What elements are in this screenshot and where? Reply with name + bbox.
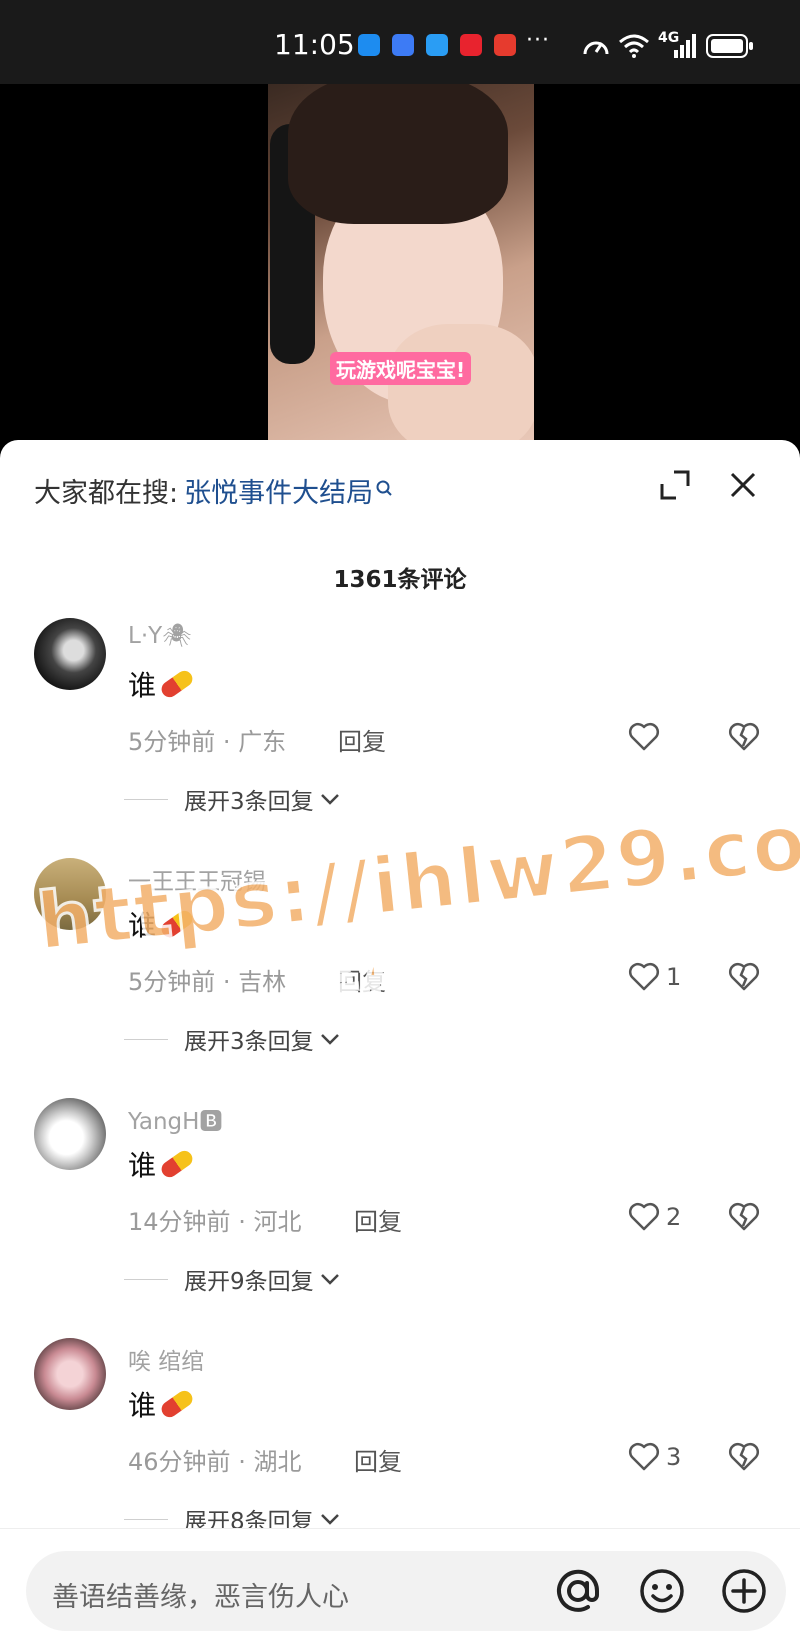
trending-search-term[interactable]: 张悦事件大结局	[184, 471, 373, 510]
pill-emoji-icon	[158, 1387, 196, 1421]
expand-replies-button[interactable]: 展开3条回复	[124, 1022, 340, 1056]
like-button[interactable]: 3	[628, 1442, 681, 1472]
comment-meta: 5分钟前 · 广东	[128, 728, 287, 756]
comment-time: 14分钟前	[128, 1208, 231, 1236]
like-count: 1	[666, 963, 682, 991]
comment-meta: 5分钟前 · 吉林	[128, 968, 287, 996]
at-mention-icon[interactable]	[552, 1565, 604, 1617]
comment-text: 谁	[128, 1384, 196, 1424]
divider	[124, 798, 168, 800]
pill-emoji-icon	[158, 907, 196, 941]
reply-button[interactable]: 回复	[338, 722, 386, 757]
signal-bars-icon	[674, 34, 696, 58]
divider	[124, 1518, 168, 1520]
video-frame[interactable]: 玩游戏呢宝宝!	[268, 84, 534, 444]
chevron-down-icon	[320, 1514, 339, 1525]
comment-text: 谁	[128, 1144, 196, 1184]
divider	[124, 1038, 168, 1040]
wifi-icon	[619, 34, 649, 58]
like-button[interactable]: 1	[628, 962, 681, 992]
comment-text-label: 谁	[128, 1149, 157, 1182]
reply-button[interactable]: 回复	[354, 1202, 402, 1237]
speed-icon	[583, 41, 609, 55]
search-icon[interactable]	[375, 479, 393, 501]
comment-text: 谁	[128, 904, 196, 944]
cast-icon	[392, 34, 414, 56]
emoji-icon[interactable]	[636, 1565, 688, 1617]
comment-sheet: 大家都在搜: 张悦事件大结局 1361条评论 L·Y🕷 谁 5分钟前 · 广东 …	[0, 440, 800, 1648]
battery-icon	[706, 34, 753, 58]
browser-icon	[426, 34, 448, 56]
trending-search[interactable]: 大家都在搜: 张悦事件大结局	[34, 470, 393, 510]
broken-heart-icon[interactable]	[728, 722, 760, 752]
comment-input-placeholder: 善语结善缘，恶言伤人心	[52, 1582, 349, 1613]
avatar[interactable]	[34, 1098, 106, 1170]
like-count: 3	[666, 1443, 682, 1471]
gift-icon	[494, 34, 516, 56]
avatar[interactable]	[34, 618, 106, 690]
more-notifications-icon: ···	[526, 28, 550, 53]
broken-heart-icon[interactable]	[728, 1202, 760, 1232]
comment-location: 河北	[253, 1208, 302, 1236]
comment-count: 1361条评论	[333, 567, 467, 593]
comment-text-label: 谁	[128, 669, 157, 702]
comment-username[interactable]: YangH🅱	[128, 1102, 222, 1136]
broken-heart-icon[interactable]	[728, 1442, 760, 1472]
comment-location: 湖北	[253, 1448, 302, 1476]
trending-search-prefix: 大家都在搜:	[34, 477, 179, 509]
expand-replies-label: 展开9条回复	[184, 1269, 314, 1295]
avatar[interactable]	[34, 858, 106, 930]
expand-replies-button[interactable]: 展开3条回复	[124, 782, 340, 816]
comment-time: 5分钟前	[128, 728, 216, 756]
comment-input-bar: 善语结善缘，恶言伤人心	[0, 1528, 800, 1649]
video-overlay-text: 玩游戏呢宝宝!	[330, 352, 472, 385]
comment-text-label: 谁	[128, 1389, 157, 1422]
comment-text: 谁	[128, 664, 196, 704]
chevron-down-icon	[320, 1274, 339, 1285]
comment-item: YangH🅱 谁 14分钟前 · 河北 回复 2 展开9条回复	[0, 1098, 800, 1338]
reply-button[interactable]: 回复	[354, 1442, 402, 1477]
comment-time: 5分钟前	[128, 968, 216, 996]
like-button[interactable]	[628, 722, 666, 752]
status-bar: 11:05 ··· 4G	[0, 0, 800, 84]
divider	[124, 1278, 168, 1280]
chevron-down-icon	[320, 1034, 339, 1045]
comment-username[interactable]: 一王王王冠锡	[128, 862, 266, 896]
like-count: 2	[666, 1203, 682, 1231]
heart-icon	[628, 1442, 660, 1471]
comment-location: 吉林	[238, 968, 287, 996]
status-time: 11:05	[274, 28, 355, 61]
avatar[interactable]	[34, 1338, 106, 1410]
heart-icon	[628, 722, 660, 751]
comment-location: 广东	[238, 728, 287, 756]
reply-button[interactable]: 回复	[338, 962, 386, 997]
heart-icon	[628, 962, 660, 991]
comment-item: 一王王王冠锡 谁 5分钟前 · 吉林 回复 1 展开3条回复	[0, 858, 800, 1098]
close-icon[interactable]	[728, 470, 758, 500]
video-hair	[288, 84, 508, 224]
message-icon	[358, 34, 380, 56]
chevron-down-icon	[320, 794, 339, 805]
comment-username[interactable]: L·Y🕷	[128, 622, 191, 649]
comment-meta: 46分钟前 · 湖北	[128, 1448, 302, 1476]
broken-heart-icon[interactable]	[728, 962, 760, 992]
expand-replies-label: 展开3条回复	[184, 1029, 314, 1055]
like-button[interactable]: 2	[628, 1202, 681, 1232]
add-icon[interactable]	[718, 1565, 770, 1617]
xiaohongshu-icon	[460, 34, 482, 56]
comment-item: L·Y🕷 谁 5分钟前 · 广东 回复 展开3条回复	[0, 618, 800, 858]
pill-emoji-icon	[158, 1147, 196, 1181]
comment-meta: 14分钟前 · 河北	[128, 1208, 302, 1236]
expand-replies-label: 展开3条回复	[184, 789, 314, 815]
pill-emoji-icon	[158, 667, 196, 701]
video-player[interactable]: 玩游戏呢宝宝!	[0, 84, 800, 444]
expand-replies-button[interactable]: 展开9条回复	[124, 1262, 340, 1296]
comment-text-label: 谁	[128, 909, 157, 942]
comment-time: 46分钟前	[128, 1448, 231, 1476]
expand-icon[interactable]	[660, 470, 690, 500]
comment-input[interactable]: 善语结善缘，恶言伤人心	[26, 1551, 786, 1631]
comment-username[interactable]: 唉 绾绾	[128, 1342, 204, 1376]
heart-icon	[628, 1202, 660, 1231]
